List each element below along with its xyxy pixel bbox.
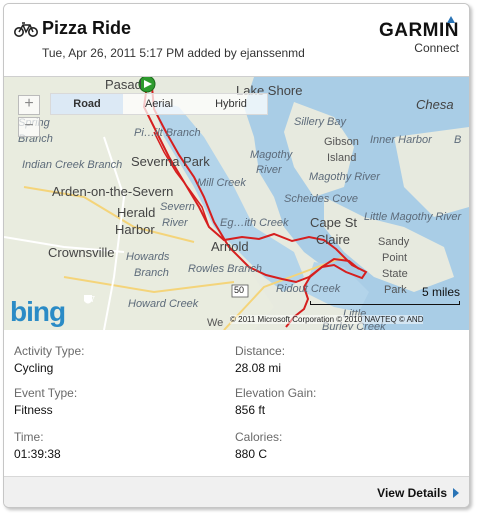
arrow-right-icon	[453, 488, 459, 498]
activity-subtitle: Tue, Apr 26, 2011 5:17 PM added by ejans…	[42, 46, 305, 60]
map-label: Magothy River	[309, 171, 380, 183]
stat-activity-type: Activity Type: Cycling	[14, 344, 84, 375]
stat-label: Distance:	[235, 344, 286, 358]
map-label: Indian Creek Branch	[22, 159, 123, 171]
highway-50-label: 50	[234, 285, 245, 295]
map-label: State	[382, 268, 408, 280]
zoom-out-button[interactable]: −	[18, 117, 40, 137]
logo-secondary: Connect	[414, 41, 459, 55]
map-label: Mill Creek	[197, 177, 246, 189]
route-map[interactable]: Pasad Lake Shore Chesa Spring Branch Pi……	[4, 76, 469, 331]
stat-value: 01:39:38	[14, 447, 61, 461]
map-label: Severna Park	[131, 154, 210, 169]
map-label: Chesa	[416, 97, 454, 112]
stat-label: Time:	[14, 430, 44, 444]
garmin-connect-logo[interactable]: GARMIN Connect	[378, 16, 459, 55]
map-label: Little Magothy River	[364, 211, 462, 223]
map-label: River	[256, 164, 282, 176]
map-scale: 5 miles	[310, 285, 460, 305]
stat-event-type: Event Type: Fitness	[14, 386, 77, 417]
map-label: Harbor	[115, 222, 155, 237]
stat-value: Fitness	[14, 403, 53, 417]
stat-time: Time: 01:39:38	[14, 430, 61, 461]
stat-value: 856 ft	[235, 403, 266, 417]
garmin-triangle-icon	[447, 16, 455, 23]
map-type-road-button[interactable]: Road	[51, 94, 123, 114]
stat-value: Cycling	[14, 361, 54, 375]
map-label: Howard Creek	[128, 298, 199, 310]
map-label: Arden-on-the-Severn	[52, 184, 174, 199]
map-label: River	[162, 217, 188, 229]
map-label: Howards	[126, 251, 170, 263]
activity-title: Pizza Ride	[42, 18, 132, 38]
stat-calories: Calories: 880 C	[235, 430, 282, 461]
map-label: Pi…ilt Branch	[134, 127, 201, 139]
activity-card: Pizza Ride Tue, Apr 26, 2011 5:17 PM add…	[3, 3, 470, 508]
map-label: Sandy	[378, 236, 410, 248]
view-details-label: View Details	[377, 486, 447, 500]
map-label: Point	[382, 252, 408, 264]
scale-bar	[310, 301, 460, 305]
map-label: Gibson	[324, 136, 359, 148]
map-type-selector: Road Aerial Hybrid	[50, 93, 268, 115]
stat-label: Elevation Gain:	[235, 386, 317, 400]
stat-value: 880 C	[235, 447, 268, 461]
map-copyright: © 2011 Microsoft Corporation © 2010 NAVT…	[230, 315, 424, 324]
card-footer: View Details	[4, 476, 469, 507]
map-label: Cape St	[310, 215, 357, 230]
map-label: Claire	[316, 232, 350, 247]
map-label: Sillery Bay	[294, 116, 346, 128]
zoom-in-button[interactable]: +	[18, 95, 40, 115]
map-type-aerial-button[interactable]: Aerial	[123, 94, 195, 114]
map-label: Pasad	[105, 77, 142, 92]
view-details-link[interactable]: View Details	[377, 486, 459, 500]
map-label: Herald	[117, 205, 156, 220]
scale-label: 5 miles	[421, 285, 460, 299]
map-label: Eg…ith Creek	[220, 217, 289, 229]
stat-label: Calories:	[235, 430, 283, 444]
map-label: B	[454, 134, 462, 146]
card-header: Pizza Ride Tue, Apr 26, 2011 5:17 PM add…	[4, 4, 469, 76]
bicycle-icon	[14, 22, 38, 37]
map-label: Magothy	[250, 149, 293, 161]
map-label: Severn	[160, 201, 195, 213]
stat-distance: Distance: 28.08 mi	[235, 344, 285, 375]
map-label: Island	[327, 152, 357, 164]
map-label: Rowles Branch	[188, 263, 262, 275]
map-label: Arnold	[211, 239, 249, 254]
map-label: Inner Harbor	[370, 134, 432, 146]
stat-elevation-gain: Elevation Gain: 856 ft	[235, 386, 316, 417]
stat-label: Event Type:	[14, 386, 78, 400]
stat-label: Activity Type:	[14, 344, 85, 358]
map-label: Branch	[134, 267, 169, 279]
map-label: Crownsville	[48, 245, 115, 260]
highway-97-label: 97	[86, 295, 95, 304]
logo-primary: GARMIN	[378, 20, 459, 41]
map-label: We	[207, 317, 224, 329]
activity-stats: Activity Type: Cycling Distance: 28.08 m…	[4, 330, 469, 476]
stat-value: 28.08 mi	[235, 361, 282, 375]
map-type-hybrid-button[interactable]: Hybrid	[195, 94, 267, 114]
bing-logo[interactable]: bing	[10, 296, 66, 328]
map-label: Scheides Cove	[284, 193, 358, 205]
